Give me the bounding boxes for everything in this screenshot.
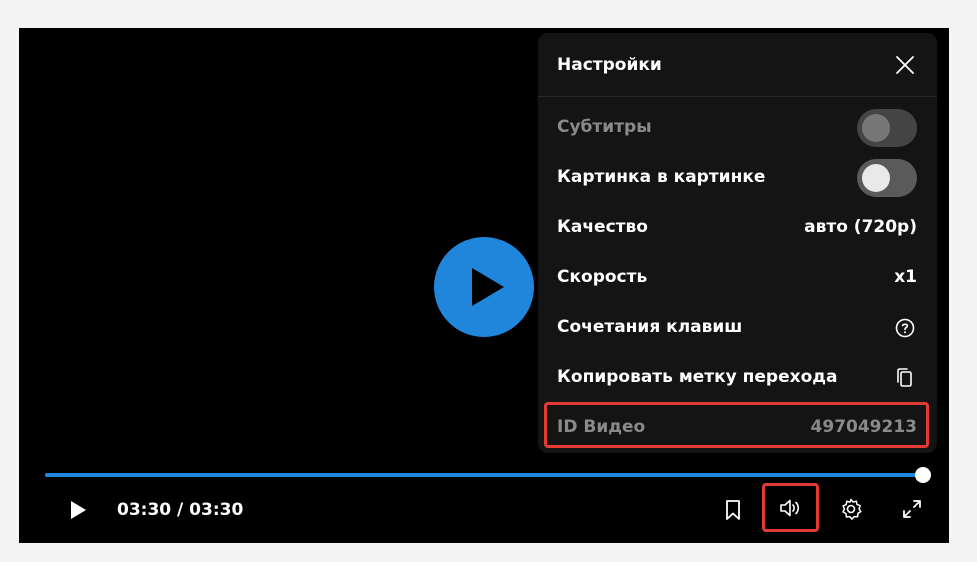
- toggle-knob: [862, 114, 890, 142]
- settings-row-speed[interactable]: Скорость x1: [538, 253, 937, 303]
- video-player[interactable]: Настройки Субтитры Картинка в картинке К…: [19, 28, 949, 543]
- progress-fill: [45, 473, 923, 477]
- shortcuts-label: Сочетания клавиш: [557, 317, 743, 337]
- copy-icon: [893, 366, 917, 390]
- close-settings-button[interactable]: [893, 53, 917, 77]
- progress-bar[interactable]: [45, 467, 931, 483]
- settings-row-shortcuts[interactable]: Сочетания клавиш: [538, 303, 937, 353]
- big-play-button[interactable]: [434, 237, 534, 337]
- settings-row-quality[interactable]: Качество авто (720p): [538, 203, 937, 253]
- toggle-knob: [862, 164, 890, 192]
- video-id-highlight: [544, 402, 929, 448]
- fullscreen-button[interactable]: [892, 489, 932, 529]
- speed-label: Скорость: [557, 267, 648, 287]
- progress-handle[interactable]: [915, 467, 931, 483]
- close-icon: [896, 56, 914, 74]
- settings-panel: Настройки Субтитры Картинка в картинке К…: [538, 33, 937, 453]
- fullscreen-icon: [903, 500, 921, 518]
- bookmark-icon: [726, 500, 740, 520]
- play-icon: [472, 268, 504, 306]
- quality-value: авто (720p): [804, 217, 917, 237]
- play-icon: [71, 501, 86, 519]
- bookmark-button[interactable]: [713, 490, 753, 530]
- quality-label: Качество: [557, 217, 648, 237]
- copy-timestamp-label: Копировать метку перехода: [557, 367, 838, 387]
- pip-label: Картинка в картинке: [557, 167, 766, 187]
- help-icon: [893, 316, 917, 340]
- time-display: 03:30 / 03:30: [117, 500, 244, 520]
- settings-header: Настройки: [538, 33, 937, 97]
- gear-icon: [842, 498, 862, 520]
- settings-row-copy-timestamp[interactable]: Копировать метку перехода: [538, 353, 937, 403]
- speed-value: x1: [894, 267, 917, 287]
- settings-button[interactable]: [831, 489, 871, 529]
- subtitles-toggle[interactable]: [857, 109, 917, 147]
- pip-toggle[interactable]: [857, 159, 917, 197]
- settings-title: Настройки: [557, 55, 662, 75]
- settings-row-subtitles: Субтитры: [538, 103, 937, 153]
- subtitles-label: Субтитры: [557, 117, 652, 137]
- play-button[interactable]: [57, 490, 97, 530]
- settings-row-pip: Картинка в картинке: [538, 153, 937, 203]
- volume-highlight: [762, 483, 819, 532]
